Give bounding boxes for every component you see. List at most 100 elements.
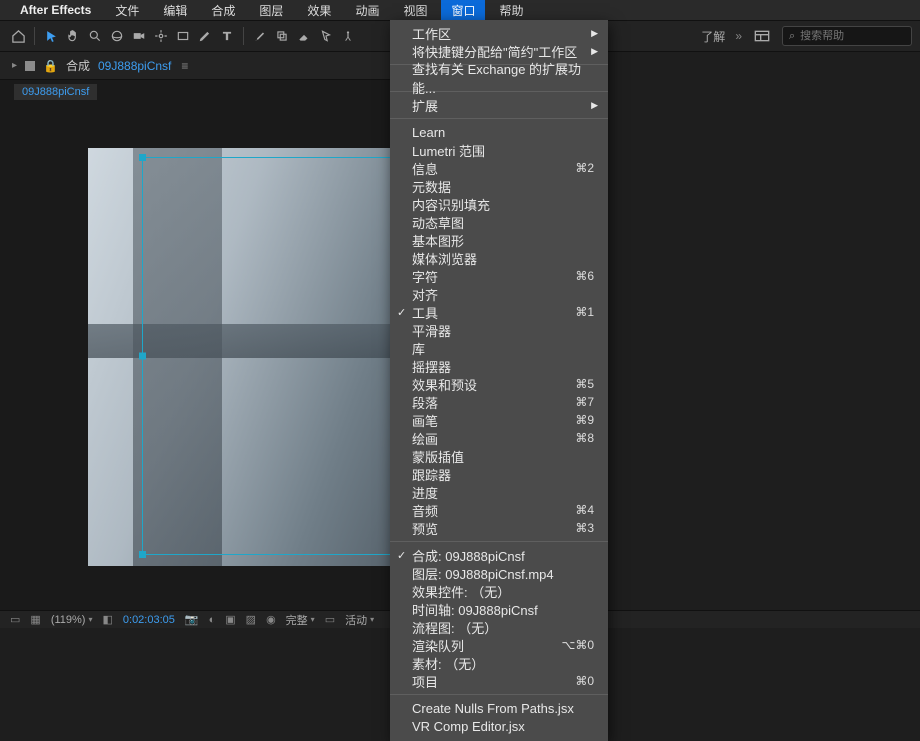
- menu-item-label: VR Comp Editor.jsx: [412, 719, 525, 734]
- menu-item[interactable]: Lumetri 范围: [390, 141, 608, 159]
- tab-menu-icon[interactable]: ≡: [181, 59, 188, 73]
- separator: [34, 27, 35, 45]
- menu-item[interactable]: 流程图: （无）: [390, 618, 608, 636]
- menu-item[interactable]: 进度: [390, 483, 608, 501]
- transparency-icon[interactable]: ▨: [246, 613, 256, 626]
- search-field[interactable]: [800, 30, 905, 42]
- menu-item[interactable]: 渲染队列⌥⌘0: [390, 636, 608, 654]
- menu-item[interactable]: 库: [390, 339, 608, 357]
- menu-window[interactable]: 窗口: [441, 0, 485, 21]
- grid-icon[interactable]: ▦: [30, 613, 40, 626]
- menu-item[interactable]: 对齐: [390, 285, 608, 303]
- menu-item[interactable]: 元数据: [390, 177, 608, 195]
- menu-item[interactable]: Learn: [390, 123, 608, 141]
- pen-tool-icon[interactable]: [195, 26, 215, 46]
- menu-item[interactable]: 效果控件: （无）: [390, 582, 608, 600]
- menu-item[interactable]: 项目⌘0: [390, 672, 608, 690]
- chevron-right-icon[interactable]: ▸: [12, 60, 17, 71]
- menu-item[interactable]: 时间轴: 09J888piCnsf: [390, 600, 608, 618]
- menu-effect[interactable]: 效果: [297, 0, 341, 21]
- search-help-input[interactable]: ⌕: [782, 26, 912, 46]
- resize-handle[interactable]: [139, 551, 146, 558]
- menu-item[interactable]: 跟踪器: [390, 465, 608, 483]
- menu-item-label: 绘画: [412, 429, 438, 448]
- menu-file[interactable]: 文件: [105, 0, 149, 21]
- menu-item[interactable]: 信息⌘2: [390, 159, 608, 177]
- menu-item[interactable]: 内容识别填充: [390, 195, 608, 213]
- color-swatch-icon[interactable]: [25, 61, 35, 71]
- menu-item[interactable]: 合成: 09J888piCnsf: [390, 546, 608, 564]
- menu-shortcut: ⌥⌘0: [561, 638, 594, 652]
- puppet-tool-icon[interactable]: [338, 26, 358, 46]
- overflow-icon[interactable]: »: [735, 29, 742, 43]
- menu-item[interactable]: 平滑器: [390, 321, 608, 339]
- roto-tool-icon[interactable]: [316, 26, 336, 46]
- menu-animation[interactable]: 动画: [345, 0, 389, 21]
- pan-behind-tool-icon[interactable]: [151, 26, 171, 46]
- menu-item[interactable]: VR Comp Editor.jsx: [390, 717, 608, 735]
- menu-item-label: 项目: [412, 672, 438, 691]
- clone-tool-icon[interactable]: [272, 26, 292, 46]
- text-tool-icon[interactable]: [217, 26, 237, 46]
- resolution-dropdown[interactable]: 完整: [286, 612, 315, 628]
- menu-item[interactable]: 基本图形: [390, 231, 608, 249]
- lock-icon[interactable]: 🔒: [43, 59, 58, 73]
- menu-item-label: 对齐: [412, 285, 438, 304]
- menu-view[interactable]: 视图: [393, 0, 437, 21]
- menu-item[interactable]: 媒体浏览器: [390, 249, 608, 267]
- zoom-dropdown[interactable]: (119%): [51, 614, 93, 626]
- menu-item[interactable]: 蒙版插值: [390, 447, 608, 465]
- menu-item[interactable]: 段落⌘7: [390, 393, 608, 411]
- view-icon[interactable]: ▭: [325, 613, 335, 626]
- menu-item[interactable]: 音频⌘4: [390, 501, 608, 519]
- menu-item-label: 信息: [412, 159, 438, 178]
- menu-item[interactable]: 图层: 09J888piCnsf.mp4: [390, 564, 608, 582]
- mask-icon[interactable]: ◉: [266, 613, 276, 626]
- menu-item[interactable]: 摇摆器: [390, 357, 608, 375]
- camera-tool-icon[interactable]: [129, 26, 149, 46]
- menu-item[interactable]: 画笔⌘9: [390, 411, 608, 429]
- menu-item[interactable]: Create Nulls From Paths.jsx: [390, 699, 608, 717]
- rectangle-tool-icon[interactable]: [173, 26, 193, 46]
- menu-item[interactable]: 预览⌘3: [390, 519, 608, 537]
- eraser-tool-icon[interactable]: [294, 26, 314, 46]
- channel-icon[interactable]: ▣: [225, 613, 235, 626]
- menu-item[interactable]: 字符⌘6: [390, 267, 608, 285]
- magnify-icon[interactable]: ▭: [10, 613, 20, 626]
- orbit-tool-icon[interactable]: [107, 26, 127, 46]
- camera-dropdown[interactable]: 活动: [345, 612, 374, 628]
- menu-item-label: 字符: [412, 267, 438, 286]
- menu-item-label: 工作区: [412, 24, 451, 43]
- snapshot-icon[interactable]: 📷: [185, 613, 199, 626]
- resize-handle[interactable]: [139, 154, 146, 161]
- resolution-icon[interactable]: ◧: [102, 613, 112, 626]
- brush-tool-icon[interactable]: [250, 26, 270, 46]
- menu-edit[interactable]: 编辑: [153, 0, 197, 21]
- learn-label[interactable]: 了解: [701, 28, 725, 45]
- composition-tab[interactable]: 09J888piCnsf: [98, 59, 171, 73]
- menu-item[interactable]: 效果和预设⌘5: [390, 375, 608, 393]
- menu-composition[interactable]: 合成: [201, 0, 245, 21]
- menu-item[interactable]: 动态草图: [390, 213, 608, 231]
- current-time[interactable]: 0:02:03:05: [123, 614, 175, 626]
- menu-item[interactable]: 绘画⌘8: [390, 429, 608, 447]
- menu-layer[interactable]: 图层: [249, 0, 293, 21]
- menu-item[interactable]: 扩展: [390, 96, 608, 114]
- menu-separator: [390, 118, 608, 119]
- workspace-icon[interactable]: [752, 26, 772, 46]
- menu-item[interactable]: 素材: （无）: [390, 654, 608, 672]
- menu-shortcut: ⌘4: [575, 503, 594, 517]
- composition-chip[interactable]: 09J888piCnsf: [14, 84, 97, 100]
- menu-item[interactable]: 工作区: [390, 24, 608, 42]
- menu-item[interactable]: 将快捷键分配给"简约"工作区: [390, 42, 608, 60]
- resize-handle[interactable]: [139, 353, 146, 360]
- selection-tool-icon[interactable]: [41, 26, 61, 46]
- hand-tool-icon[interactable]: [63, 26, 83, 46]
- home-icon[interactable]: [8, 26, 28, 46]
- menu-item[interactable]: 查找有关 Exchange 的扩展功能...: [390, 69, 608, 87]
- menu-item[interactable]: 工具⌘1: [390, 303, 608, 321]
- menu-shortcut: ⌘5: [575, 377, 594, 391]
- zoom-tool-icon[interactable]: [85, 26, 105, 46]
- region-icon[interactable]: ◐: [209, 614, 216, 626]
- menu-help[interactable]: 帮助: [489, 0, 533, 21]
